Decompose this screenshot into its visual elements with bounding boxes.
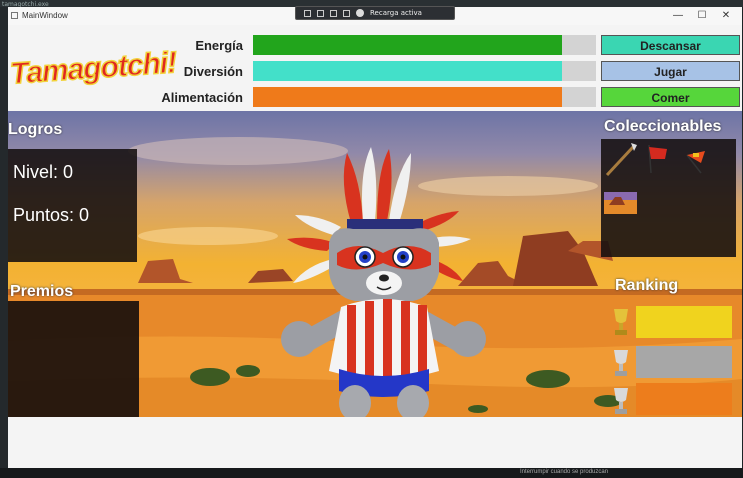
gold-trophy-icon [614,309,628,335]
ide-left-edge [0,7,8,468]
premios-title: Premios [10,283,74,300]
diversion-bar-fill [253,61,562,81]
alimentacion-bar-fill [253,87,562,107]
spear-icon[interactable] [605,143,637,177]
premios-panel [8,301,139,417]
maximize-button[interactable]: ☐ [692,9,712,23]
logros-panel: Nivel: 0 Puntos: 0 [8,149,137,262]
energia-bar-fill [253,35,562,55]
screen-icon[interactable] [317,9,324,17]
energia-bar [253,35,596,55]
recording-overlay-bar: Recarga activa [295,6,455,20]
comer-button[interactable]: Comer [601,87,740,107]
diversion-bar [253,61,596,81]
recharge-icon [356,9,364,17]
region-icon[interactable] [343,9,350,17]
puntos-text: Puntos: 0 [13,205,90,225]
bottom-status-strip: Interrumpir cuando se produzcan [0,468,743,478]
landscape-icon[interactable] [604,192,637,214]
close-button[interactable]: ✕ [716,9,736,23]
alimentacion-bar [253,87,596,107]
main-window: MainWindow — ☐ ✕ Tamagotchi! Energía Div… [8,7,742,468]
diversion-label: Diversión [183,64,243,79]
collectibles-items [604,143,705,214]
logros-title: Logros [8,121,63,138]
bottom-hint-text: Interrumpir cuando se produzcan [520,469,609,475]
ranking-bar-second [636,346,732,378]
energia-label: Energía [195,38,243,53]
ranking-bar-third [636,383,732,415]
raccoon-pet[interactable] [263,141,503,417]
window-icon[interactable] [330,9,337,17]
app-icon [11,12,18,19]
minimize-button[interactable]: — [668,9,688,23]
ranking-bar-first [636,306,732,338]
coleccionables-title: Coleccionables [604,118,722,135]
nivel-text: Nivel: 0 [13,162,74,182]
jugar-button[interactable]: Jugar [601,61,740,81]
ranking-title: Ranking [615,277,679,294]
flag-icon[interactable] [648,144,667,174]
silver-trophy-icon [614,350,628,376]
coleccionables-panel [601,139,736,257]
screenshot-icon[interactable] [304,9,311,17]
recarga-status: Recarga activa [370,9,422,17]
window-title: MainWindow [22,11,68,20]
bronze-trophy-icon [614,388,628,414]
pennant-icon[interactable] [686,151,705,174]
alimentacion-label: Alimentación [161,90,243,105]
descansar-button[interactable]: Descansar [601,35,740,55]
game-scene: Logros Nivel: 0 Puntos: 0 Premios Colecc… [8,111,742,417]
